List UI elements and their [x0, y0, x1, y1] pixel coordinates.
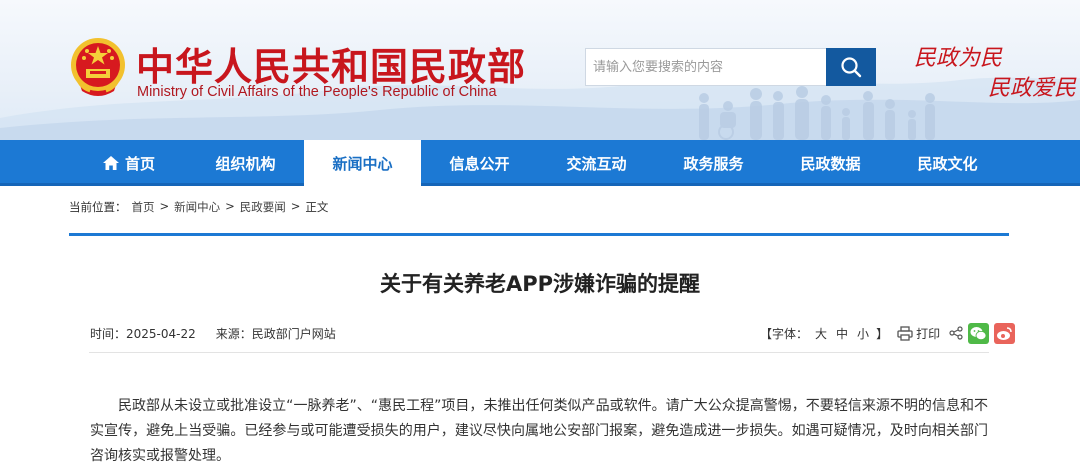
- nav-item-interaction[interactable]: 交流互动: [538, 140, 655, 186]
- nav-item-label: 组织机构: [215, 154, 276, 173]
- nav-item-label: 民政数据: [800, 154, 861, 173]
- share-button[interactable]: [949, 326, 963, 340]
- nav-item-label: 交流互动: [566, 154, 627, 173]
- wechat-icon: [970, 326, 987, 340]
- article-title: 关于有关养老APP涉嫌诈骗的提醒: [379, 272, 701, 296]
- breadcrumb-divider: [69, 233, 1009, 236]
- breadcrumb-separator: >: [290, 199, 301, 213]
- breadcrumb-link-news[interactable]: 新闻中心: [174, 199, 220, 215]
- article-meta: 时间：2025-04-22 来源：民政部门户网站: [90, 325, 336, 342]
- home-icon: [102, 156, 119, 170]
- printer-icon: [897, 325, 913, 341]
- national-emblem-icon: [71, 38, 125, 96]
- font-size-close: 】: [876, 326, 889, 341]
- breadcrumb-separator: >: [159, 199, 170, 213]
- article-body: 民政部从未设立或批准设立“一脉养老”、“惠民工程”项目，未推出任何类似产品或软件…: [90, 398, 988, 464]
- nav-item-info-disclosure[interactable]: 信息公开: [421, 140, 538, 186]
- wechat-share-button[interactable]: [968, 322, 990, 344]
- breadcrumb-prefix: 当前位置：: [69, 200, 127, 214]
- article-tools: 【字体： 大 中 小 】 打印: [760, 322, 1016, 344]
- nav-item-label: 政务服务: [683, 154, 744, 173]
- font-size-medium[interactable]: 中: [834, 325, 850, 342]
- nav-item-label: 信息公开: [449, 154, 510, 173]
- meta-divider: [89, 352, 989, 353]
- search-icon: [841, 57, 862, 78]
- slogan-line-2: 民政爱民: [988, 76, 1077, 101]
- nav-item-home[interactable]: 首页: [70, 140, 187, 186]
- site-header: 中华人民共和国民政部 Ministry of Civil Affairs of …: [0, 0, 1080, 140]
- font-size-label: 【字体：: [760, 326, 809, 341]
- slogan-line-1: 民政为民: [914, 46, 1003, 71]
- site-subtitle: Ministry of Civil Affairs of the People'…: [137, 84, 497, 100]
- article-source: 来源：民政部门户网站: [215, 327, 336, 341]
- breadcrumb-separator: >: [225, 199, 235, 213]
- nav-item-label: 民政文化: [917, 154, 978, 173]
- nav-item-culture[interactable]: 民政文化: [889, 140, 1006, 186]
- nav-item-gov-services[interactable]: 政务服务: [655, 140, 772, 186]
- search-button[interactable]: [826, 48, 876, 86]
- breadcrumb-link-home[interactable]: 首页: [132, 199, 155, 215]
- nav-item-news-center[interactable]: 新闻中心: [304, 140, 421, 186]
- breadcrumb-link-ministry-news[interactable]: 民政要闻: [240, 199, 286, 215]
- breadcrumb: 当前位置： 首页 > 新闻中心 > 民政要闻 > 正文: [69, 199, 328, 215]
- search-bar: [585, 48, 876, 86]
- site-title: 中华人民共和国民政部: [136, 45, 527, 89]
- weibo-icon: [997, 326, 1012, 340]
- crowd-silhouette-icon: [699, 86, 935, 140]
- search-input[interactable]: [585, 48, 826, 86]
- share-icon: [949, 326, 963, 340]
- print-button[interactable]: 打印: [897, 325, 940, 342]
- font-size-small[interactable]: 小: [855, 325, 871, 342]
- print-label: 打印: [916, 326, 941, 341]
- publish-time: 时间：2025-04-22: [90, 327, 196, 341]
- nav-item-label: 首页: [124, 154, 155, 173]
- nav-item-data[interactable]: 民政数据: [772, 140, 889, 186]
- nav-item-organization[interactable]: 组织机构: [187, 140, 304, 186]
- font-size-large[interactable]: 大: [813, 325, 829, 342]
- weibo-share-button[interactable]: [994, 322, 1016, 344]
- nav-item-label: 新闻中心: [332, 154, 393, 173]
- breadcrumb-current: 正文: [305, 200, 329, 214]
- main-nav: 首页 组织机构 新闻中心 信息公开 交流互动 政务服务 民政数据 民政文化: [0, 140, 1080, 186]
